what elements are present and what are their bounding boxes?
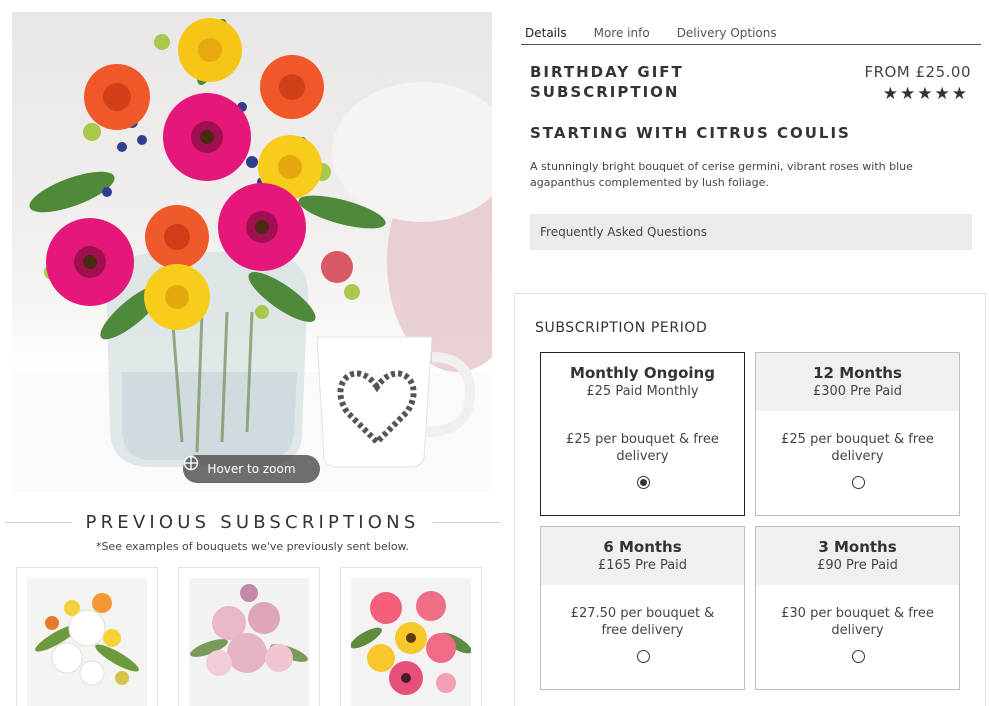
rating-stars[interactable]: ★★★★★	[883, 84, 969, 104]
previous-subscriptions-section: PREVIOUS SUBSCRIPTIONS *See examples of …	[5, 512, 500, 553]
option-header: Monthly Ongoing £25 Paid Monthly	[541, 353, 744, 411]
crosshair-circle-icon	[183, 455, 199, 471]
previous-bouquet-thumbnail-1[interactable]	[16, 567, 158, 706]
option-payment: £25 Paid Monthly	[586, 384, 699, 399]
heading-divider-right	[433, 522, 500, 523]
product-subtitle: STARTING WITH CITRUS COULIS	[530, 124, 851, 142]
option-detail: £27.50 per bouquet & free delivery	[570, 606, 715, 638]
option-detail: £25 per bouquet & free delivery	[781, 432, 934, 464]
option-detail: £30 per bouquet & free delivery	[781, 606, 934, 638]
option-header: 3 Months £90 Pre Paid	[756, 527, 959, 585]
option-monthly-ongoing[interactable]: Monthly Ongoing £25 Paid Monthly £25 per…	[540, 352, 745, 516]
option-payment: £165 Pre Paid	[597, 558, 688, 573]
option-6-months[interactable]: 6 Months £165 Pre Paid £27.50 per bouque…	[540, 526, 745, 690]
product-description: A stunningly bright bouquet of cerise ge…	[530, 160, 913, 189]
option-payment: £90 Pre Paid	[817, 558, 898, 573]
bouquet-thumbnail-image	[189, 578, 309, 706]
option-name: Monthly Ongoing	[570, 364, 715, 382]
bouquet-illustration	[12, 18, 492, 492]
previous-subscriptions-title: PREVIOUS SUBSCRIPTIONS	[85, 512, 420, 533]
option-12-months[interactable]: 12 Months £300 Pre Paid £25 per bouquet …	[755, 352, 960, 516]
zoom-hint-label: Hover to zoom	[207, 462, 296, 476]
option-radio[interactable]	[852, 476, 865, 489]
option-name: 6 Months	[603, 538, 682, 556]
previous-subscriptions-heading-row: PREVIOUS SUBSCRIPTIONS	[5, 512, 500, 533]
option-payment: £300 Pre Paid	[812, 384, 903, 399]
previous-subscriptions-note: *See examples of bouquets we've previous…	[95, 540, 410, 553]
option-name: 12 Months	[813, 364, 902, 382]
product-name: BIRTHDAY GIFT SUBSCRIPTION	[530, 63, 684, 101]
option-3-months[interactable]: 3 Months £90 Pre Paid £30 per bouquet & …	[755, 526, 960, 690]
faq-accordion[interactable]: Frequently Asked Questions	[530, 214, 972, 250]
product-price: FROM £25.00	[864, 63, 971, 81]
option-header: 6 Months £165 Pre Paid	[541, 527, 744, 585]
tab-details[interactable]: Details	[521, 24, 571, 44]
option-radio[interactable]	[852, 650, 865, 663]
bouquet-thumbnail-image	[27, 578, 147, 706]
tab-more-info[interactable]: More info	[590, 24, 654, 44]
option-name: 3 Months	[818, 538, 897, 556]
option-header: 12 Months £300 Pre Paid	[756, 353, 959, 411]
product-tabs: Details More info Delivery Options	[521, 24, 981, 45]
previous-bouquet-thumbnail-3[interactable]	[340, 567, 482, 706]
option-radio[interactable]	[637, 476, 650, 489]
subscription-period-title: SUBSCRIPTION PERIOD	[535, 320, 708, 336]
hover-to-zoom-hint: Hover to zoom	[183, 455, 320, 483]
previous-bouquet-thumbnail-2[interactable]	[178, 567, 320, 706]
option-radio[interactable]	[637, 650, 650, 663]
product-image[interactable]: Hover to zoom	[12, 12, 492, 492]
heading-divider-left	[5, 522, 72, 523]
bouquet-thumbnail-image	[351, 578, 471, 706]
option-detail: £25 per bouquet & free delivery	[566, 432, 719, 464]
tab-delivery-options[interactable]: Delivery Options	[673, 24, 781, 44]
